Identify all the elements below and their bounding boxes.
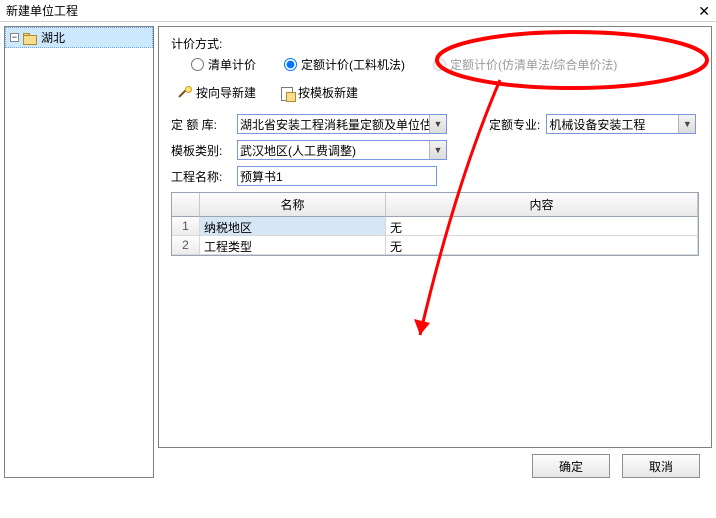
row-index: 1 [172, 217, 200, 236]
chevron-down-icon[interactable]: ▼ [678, 115, 695, 133]
window-title: 新建单位工程 [6, 4, 78, 18]
row-index: 2 [172, 236, 200, 255]
table-corner [172, 193, 200, 217]
cancel-button[interactable]: 取消 [622, 454, 700, 478]
row-content[interactable]: 无 [386, 217, 698, 236]
template-icon [280, 86, 294, 100]
table-row[interactable]: 2 工程类型 无 [172, 236, 698, 255]
tree-item-root[interactable]: − 湖北 [5, 27, 153, 48]
folder-icon [23, 32, 37, 43]
project-name-value: 预算书1 [240, 168, 283, 185]
cancel-label: 取消 [649, 458, 673, 475]
properties-table: 名称 内容 1 纳税地区 无 2 工程类型 无 [171, 192, 699, 256]
project-tree[interactable]: − 湖北 [4, 26, 154, 478]
ok-label: 确定 [559, 458, 583, 475]
chevron-down-icon[interactable]: ▼ [429, 115, 446, 133]
col-name-header[interactable]: 名称 [200, 193, 386, 217]
close-icon[interactable]: ✕ [680, 0, 710, 22]
radio-bill-label: 清单计价 [208, 56, 256, 73]
radio-quota-sim: 定额计价(仿清单法/综合单价法) [433, 56, 617, 73]
chevron-down-icon[interactable]: ▼ [429, 141, 446, 159]
form-panel: 计价方式: 清单计价 定额计价(工料机法) 定额计价(仿清单法/综合单价法) 按… [158, 26, 712, 448]
radio-quota-machine-label: 定额计价(工料机法) [301, 56, 405, 73]
project-name-input[interactable]: 预算书1 [237, 166, 437, 186]
wizard-new-button[interactable]: 按向导新建 [171, 81, 263, 104]
col-content-header[interactable]: 内容 [386, 193, 698, 217]
tree-collapse-icon[interactable]: − [10, 33, 19, 42]
template-new-button[interactable]: 按模板新建 [273, 81, 365, 104]
wand-icon [178, 86, 192, 100]
tree-item-label: 湖北 [41, 29, 65, 46]
quota-spec-value: 机械设备安装工程 [549, 116, 663, 133]
project-name-label: 工程名称: [171, 168, 231, 185]
template-cat-value: 武汉地区(人工费调整) [240, 142, 374, 159]
wizard-new-label: 按向导新建 [196, 84, 256, 101]
row-name[interactable]: 纳税地区 [200, 217, 386, 236]
template-cat-select[interactable]: 武汉地区(人工费调整) ▼ [237, 140, 447, 160]
quota-lib-label: 定 额 库: [171, 116, 231, 133]
template-cat-label: 模板类别: [171, 142, 231, 159]
radio-bill-pricing[interactable]: 清单计价 [191, 56, 256, 73]
quota-spec-label: 定额专业: [489, 116, 540, 133]
row-content[interactable]: 无 [386, 236, 698, 255]
radio-quota-machine[interactable]: 定额计价(工料机法) [284, 56, 405, 73]
ok-button[interactable]: 确定 [532, 454, 610, 478]
radio-quota-sim-label: 定额计价(仿清单法/综合单价法) [450, 56, 617, 73]
quota-lib-value: 湖北省安装工程消耗量定额及单位估价表 [240, 116, 444, 133]
quota-lib-select[interactable]: 湖北省安装工程消耗量定额及单位估价表 ▼ [237, 114, 447, 134]
template-new-label: 按模板新建 [298, 84, 358, 101]
quota-spec-select[interactable]: 机械设备安装工程 ▼ [546, 114, 696, 134]
pricing-mode-label: 计价方式: [171, 35, 699, 52]
row-name[interactable]: 工程类型 [200, 236, 386, 255]
table-row[interactable]: 1 纳税地区 无 [172, 217, 698, 236]
